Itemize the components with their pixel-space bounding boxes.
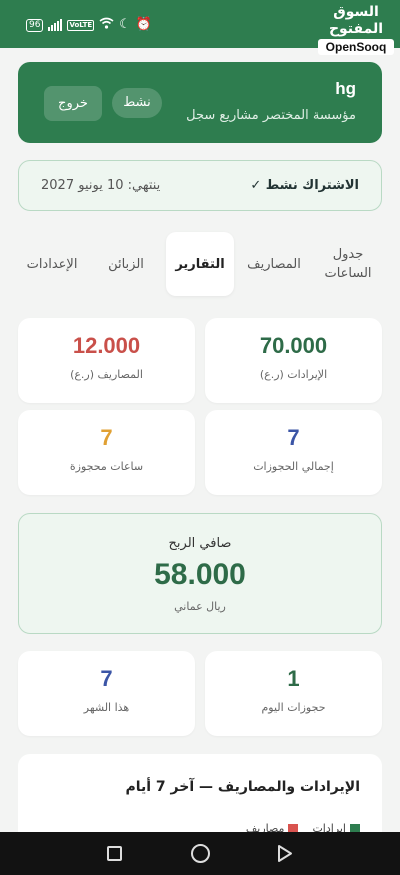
battery-indicator: 96 bbox=[26, 18, 44, 32]
revenue-card: 70.000 الإيرادات (ر.ع) bbox=[205, 318, 382, 403]
expenses-label: المصاريف (ر.ع) bbox=[70, 368, 143, 381]
tab-expenses[interactable]: المصاريف bbox=[240, 232, 308, 296]
tab-customers[interactable]: الزبائن bbox=[92, 232, 160, 296]
status-icons: 96 VoLTE ☾ ⏰ bbox=[26, 17, 152, 33]
tab-reports[interactable]: التقارير bbox=[166, 232, 234, 296]
volte-badge: VoLTE bbox=[67, 19, 95, 31]
main-tabs: جدول الساعات المصاريف التقارير الزبائن ا… bbox=[18, 232, 382, 298]
watermark-arabic: السوق المفتوح bbox=[328, 4, 384, 37]
today-bookings-value: 1 bbox=[287, 666, 300, 691]
net-profit-currency: ريال عماني bbox=[174, 600, 226, 613]
chart-title: الإيرادات والمصاريف — آخر 7 أيام bbox=[125, 779, 360, 795]
account-header: hg مؤسسة المختصر مشاريع سجل نشط خروج bbox=[18, 62, 382, 143]
recent-apps-icon[interactable] bbox=[107, 846, 122, 861]
expenses-value: 12.000 bbox=[72, 333, 141, 358]
expenses-card: 12.000 المصاريف (ر.ع) bbox=[18, 318, 195, 403]
alarm-clock-icon: ⏰ bbox=[135, 17, 152, 32]
tab-label: الإعدادات bbox=[26, 256, 78, 272]
this-month-label: هذا الشهر bbox=[83, 701, 130, 714]
wifi-icon bbox=[99, 17, 114, 33]
watermark-english: OpenSooq bbox=[318, 39, 394, 55]
tab-label: التقارير bbox=[175, 256, 225, 272]
today-bookings-label: حجوزات اليوم bbox=[261, 701, 326, 714]
signal-bars-icon bbox=[48, 19, 63, 31]
tab-hours-schedule[interactable]: جدول الساعات bbox=[314, 232, 382, 296]
net-profit-value: 58.000 bbox=[154, 558, 246, 591]
moon-icon: ☾ bbox=[119, 17, 131, 32]
this-month-value: 7 bbox=[100, 666, 113, 691]
this-month-card: 7 هذا الشهر bbox=[18, 651, 195, 736]
home-icon[interactable] bbox=[191, 844, 210, 863]
tab-settings[interactable]: الإعدادات bbox=[18, 232, 86, 296]
booked-hours-value: 7 bbox=[100, 425, 113, 450]
total-bookings-card: 7 إجمالي الحجوزات bbox=[205, 410, 382, 495]
net-profit-card: صافي الربح 58.000 ريال عماني bbox=[18, 513, 382, 634]
status-bar: 96 VoLTE ☾ ⏰ السوق المفتوح OpenSooq bbox=[0, 0, 400, 55]
tab-label: جدول الساعات bbox=[324, 247, 372, 281]
organization-name: مؤسسة المختصر مشاريع سجل bbox=[186, 108, 356, 123]
opensooq-watermark: السوق المفتوح OpenSooq bbox=[318, 4, 394, 55]
booked-hours-label: ساعات محجوزة bbox=[69, 460, 144, 473]
revenue-label: الإيرادات (ر.ع) bbox=[259, 368, 328, 381]
total-bookings-label: إجمالي الحجوزات bbox=[253, 460, 334, 473]
tab-label: الزبائن bbox=[108, 256, 144, 272]
subscription-banner: الاشتراك نشط ✓ ينتهي: 10 يونيو 2027 bbox=[18, 160, 382, 211]
tab-label: المصاريف bbox=[247, 256, 301, 272]
total-bookings-value: 7 bbox=[287, 425, 300, 450]
revenue-value: 70.000 bbox=[259, 333, 328, 358]
back-icon[interactable] bbox=[277, 844, 293, 867]
booked-hours-card: 7 ساعات محجوزة bbox=[18, 410, 195, 495]
subscription-expiry: ينتهي: 10 يونيو 2027 bbox=[41, 178, 161, 193]
user-name: hg bbox=[335, 79, 356, 98]
logout-button[interactable]: خروج bbox=[44, 86, 102, 121]
net-profit-title: صافي الربح bbox=[168, 536, 232, 551]
android-navigation-bar bbox=[0, 832, 400, 875]
subscription-status: الاشتراك نشط ✓ bbox=[250, 178, 359, 193]
active-status-badge: نشط bbox=[112, 88, 162, 118]
today-bookings-card: 1 حجوزات اليوم bbox=[205, 651, 382, 736]
